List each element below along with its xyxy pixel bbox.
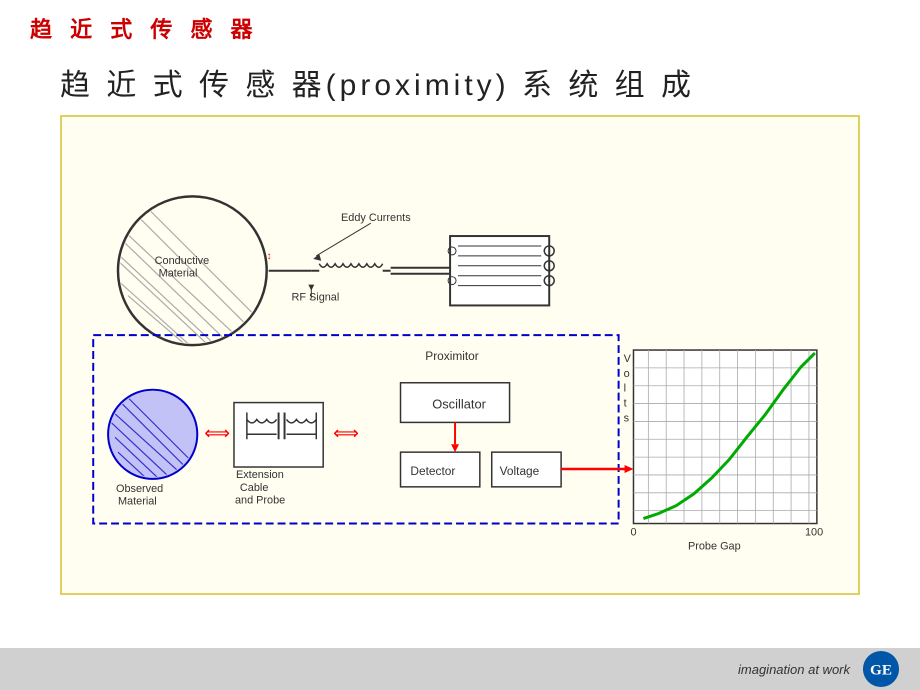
diagram-svg: Conductive Material ↕ Eddy Currents — [72, 127, 848, 583]
svg-text:s: s — [624, 412, 630, 424]
svg-text:Material: Material — [159, 268, 198, 280]
svg-text:Cable: Cable — [240, 482, 268, 494]
svg-text:Conductive: Conductive — [155, 255, 210, 267]
ge-logo: GE — [862, 650, 900, 688]
svg-text:Eddy Currents: Eddy Currents — [341, 212, 411, 224]
svg-text:Oscillator: Oscillator — [432, 397, 486, 412]
diagram-container: Conductive Material ↕ Eddy Currents — [60, 115, 860, 595]
svg-text:l: l — [624, 383, 626, 395]
svg-text:and Probe: and Probe — [235, 495, 285, 507]
svg-text:100: 100 — [805, 526, 823, 538]
svg-text:Detector: Detector — [410, 464, 455, 478]
svg-text:Extension: Extension — [236, 469, 284, 481]
svg-text:Voltage: Voltage — [500, 464, 540, 478]
svg-text:Proximitor: Proximitor — [425, 349, 478, 363]
svg-text:GE: GE — [870, 662, 892, 679]
svg-text:⟺: ⟺ — [333, 423, 359, 443]
footer-tagline: imagination at work — [738, 662, 850, 677]
svg-text:o: o — [624, 368, 630, 380]
svg-text:⟺: ⟺ — [204, 423, 230, 443]
svg-text:V: V — [624, 353, 632, 365]
footer-bar: imagination at work GE — [0, 648, 920, 690]
main-heading: 趋 近 式 传 感 器(proximity) 系 统 组 成 — [60, 60, 695, 104]
svg-text:RF Signal: RF Signal — [291, 291, 339, 303]
svg-text:t: t — [624, 398, 627, 410]
svg-text:Material: Material — [118, 496, 157, 508]
svg-text:Probe Gap: Probe Gap — [688, 540, 741, 552]
svg-text:0: 0 — [631, 526, 637, 538]
svg-text:↕: ↕ — [267, 251, 272, 262]
top-title: 趋 近 式 传 感 器 — [30, 12, 259, 44]
svg-text:Observed: Observed — [116, 483, 163, 495]
